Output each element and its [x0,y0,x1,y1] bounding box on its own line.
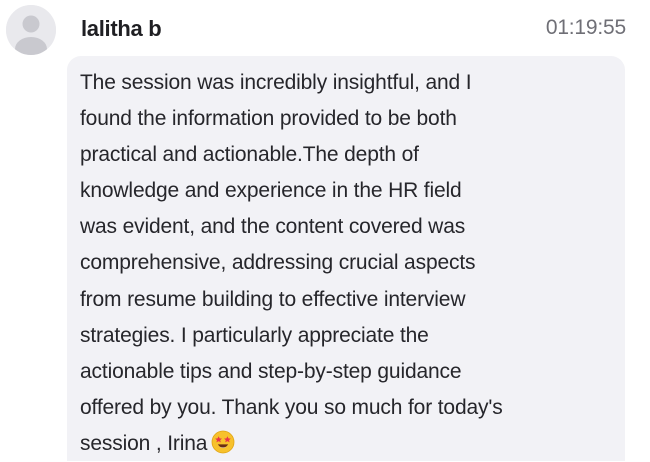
message-line: actionable tips and step-by-step guidanc… [80,359,462,383]
message-line: The session was incredibly insightful, a… [80,71,472,94]
message-line: strategies. I particularly appreciate th… [80,323,429,347]
message-line: was evident, and the content covered was [80,215,466,239]
message-last-line: session , Irina [80,426,615,462]
message-body: The session was incredibly insightful, a… [80,65,615,462]
message-line: practical and actionable.The depth of [80,143,419,167]
message-line: found the information provided to be bot… [80,107,457,131]
message-bubble: The session was incredibly insightful, a… [67,56,625,461]
message-line: offered by you. Thank you so much for to… [80,395,503,419]
user-silhouette-icon [6,5,56,55]
chat-message: lalitha b 01:19:55 The session was incre… [0,0,650,461]
message-timestamp: 01:19:55 [545,16,626,39]
author-name[interactable]: lalitha b [81,16,162,42]
avatar[interactable] [6,5,56,55]
star-struck-emoji-icon [211,430,235,454]
message-line: comprehensive, addressing crucial aspect… [80,251,476,275]
message-line: session , Irina [80,431,208,455]
message-line: from resume building to effective interv… [80,287,466,311]
message-line: knowledge and experience in the HR field [80,179,462,203]
